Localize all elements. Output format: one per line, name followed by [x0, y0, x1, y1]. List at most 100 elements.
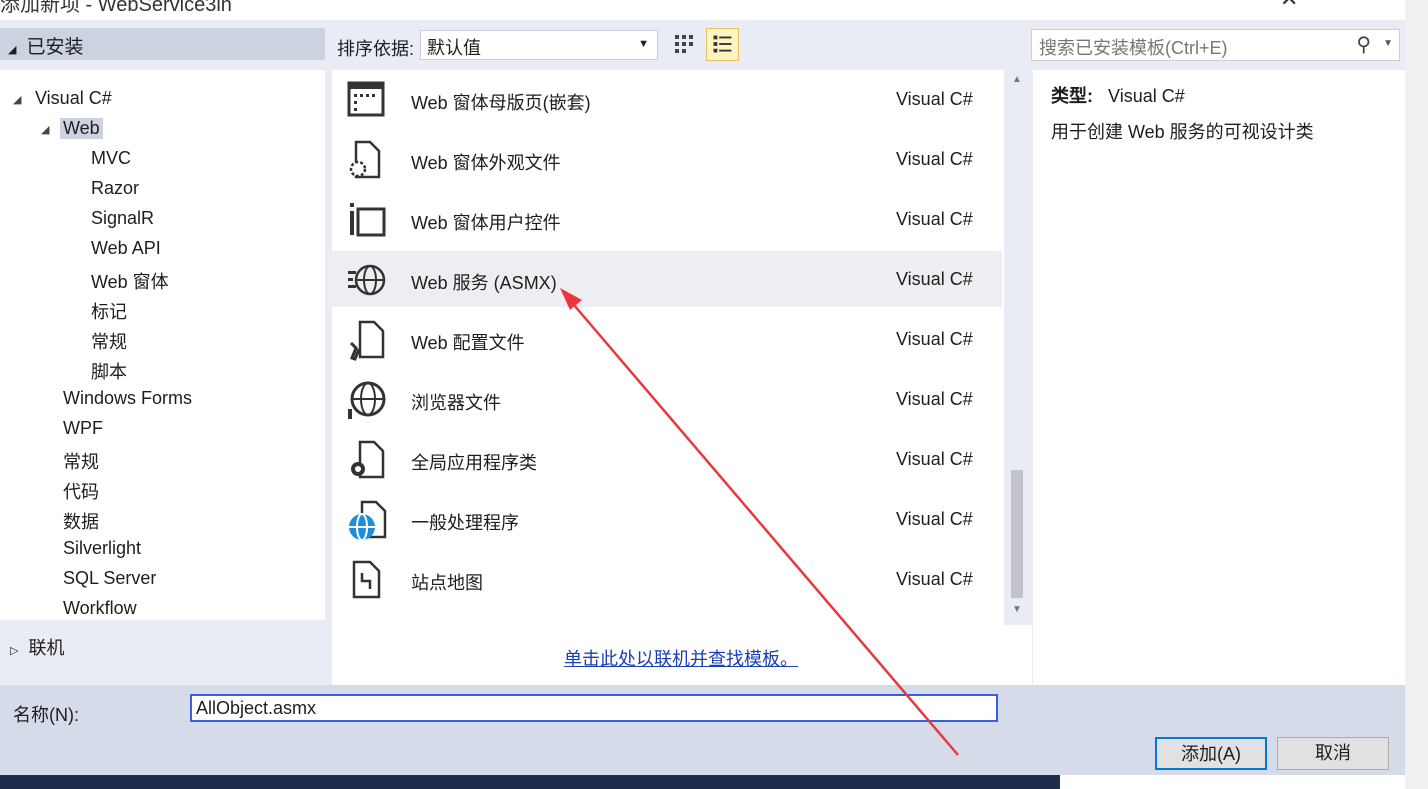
- tree-item[interactable]: Web API: [91, 238, 161, 259]
- cancel-button[interactable]: 取消: [1277, 737, 1389, 770]
- skin-file-icon: [349, 140, 381, 179]
- tree-item[interactable]: MVC: [91, 148, 131, 169]
- tree-item[interactable]: Windows Forms: [63, 388, 192, 409]
- tree-item-label: Windows Forms: [63, 388, 193, 408]
- chevron-down-icon[interactable]: ▼: [1383, 38, 1393, 49]
- sort-dropdown[interactable]: 默认值 ▼: [420, 30, 658, 60]
- chevron-down-icon: ▼: [638, 38, 649, 50]
- tree-item[interactable]: 常规: [63, 448, 99, 474]
- window-title: 添加新项 - WebService3in: [0, 0, 232, 16]
- search-icon[interactable]: ⚲: [1356, 32, 1371, 57]
- expand-triangle-icon[interactable]: ◢: [13, 93, 21, 106]
- online-label: 联机: [28, 638, 65, 658]
- scrollbar-thumb[interactable]: [1011, 470, 1023, 598]
- scroll-down-icon[interactable]: ▼: [1012, 604, 1022, 615]
- search-placeholder: 搜索已安装模板(Ctrl+E): [1039, 38, 1228, 58]
- template-name: Web 窗体母版页(嵌套): [411, 93, 591, 113]
- user-control-icon: [350, 203, 386, 237]
- type-value: Visual C#: [1108, 86, 1185, 106]
- master-page-icon: [347, 81, 385, 117]
- tree-item-label: 常规: [63, 452, 99, 472]
- tree-item-label: Silverlight: [63, 538, 142, 558]
- add-new-item-dialog: ◢ 已安装 Visual C# ◢ Web ◢ MVC Razor SignalR Web AP…: [0, 20, 1405, 775]
- template-name: Web 窗体用户控件: [411, 213, 561, 233]
- template-name: 一般处理程序: [411, 513, 519, 533]
- tree-item-label: WPF: [63, 418, 103, 438]
- tree-item-label: 标记: [91, 302, 127, 322]
- list-view-icon[interactable]: [706, 28, 739, 61]
- small-icons-view-icon[interactable]: [670, 30, 700, 60]
- template-row[interactable]: Web 服务 (ASMX) Visual C#: [332, 251, 1002, 307]
- template-row[interactable]: Web 窗体外观文件 Visual C#: [332, 131, 1002, 187]
- online-category[interactable]: ▷ 联机: [10, 634, 64, 660]
- tree-item[interactable]: 代码: [63, 478, 99, 504]
- template-row[interactable]: 站点地图 Visual C#: [332, 551, 1002, 607]
- close-icon[interactable]: ✕: [1280, 0, 1298, 12]
- template-type: Visual C#: [896, 149, 973, 169]
- template-type: Visual C#: [896, 569, 973, 589]
- template-name: Web 配置文件: [411, 333, 525, 353]
- global-class-icon: [351, 440, 385, 479]
- taskbar: [0, 775, 1060, 789]
- template-name: Web 窗体外观文件: [411, 153, 561, 173]
- name-input[interactable]: AllObject.asmx: [190, 694, 998, 722]
- tree-item[interactable]: SQL Server: [63, 568, 156, 589]
- tree-item[interactable]: Razor: [91, 178, 139, 199]
- template-row[interactable]: 全局应用程序类 Visual C#: [332, 431, 1002, 487]
- template-type: Visual C#: [896, 389, 973, 409]
- tree-item-label: Razor: [91, 178, 140, 198]
- template-type: Visual C#: [896, 269, 973, 289]
- template-tree: Visual C# ◢ Web ◢ MVC Razor SignalR Web API Web …: [0, 70, 325, 620]
- tree-item[interactable]: Visual C#: [35, 88, 112, 109]
- handler-icon: [349, 500, 387, 541]
- template-type: Visual C#: [896, 209, 973, 229]
- online-link-area: 单击此处以联机并查找模板。: [332, 625, 1032, 685]
- template-row[interactable]: 一般处理程序 Visual C#: [332, 491, 1002, 547]
- online-templates-link[interactable]: 单击此处以联机并查找模板。: [564, 645, 798, 671]
- tree-item[interactable]: 常规: [91, 328, 127, 354]
- template-type: Visual C#: [896, 89, 973, 109]
- tree-item[interactable]: Web 窗体: [91, 268, 169, 294]
- tree-item-label: 常规: [91, 332, 127, 352]
- details-panel: 类型: Visual C# 用于创建 Web 服务的可视设计类: [1033, 70, 1405, 685]
- template-type: Visual C#: [896, 329, 973, 349]
- sort-value: 默认值: [427, 38, 481, 58]
- tree-item-label: 代码: [63, 482, 99, 502]
- template-name: 站点地图: [411, 573, 483, 593]
- template-row[interactable]: Web 窗体用户控件 Visual C#: [332, 191, 1002, 247]
- template-name: 全局应用程序类: [411, 453, 537, 473]
- tree-item-label: 数据: [63, 512, 99, 532]
- template-list: Web 窗体母版页(嵌套) Visual C# Web 窗体外观文件 Visual C…: [332, 70, 1004, 625]
- tree-item[interactable]: Workflow: [63, 598, 137, 619]
- tree-item-label: Web API: [91, 238, 161, 258]
- scroll-up-icon[interactable]: ▲: [1012, 74, 1022, 85]
- installed-category[interactable]: ◢ 已安装: [0, 28, 325, 60]
- tree-item-label: Visual C#: [35, 88, 112, 108]
- tree-item[interactable]: 脚本: [91, 358, 127, 384]
- tree-item[interactable]: 数据: [63, 508, 99, 534]
- template-type: Visual C#: [896, 509, 973, 529]
- tree-item[interactable]: Silverlight: [63, 538, 141, 559]
- browser-file-icon: [348, 381, 386, 419]
- tree-item-label: MVC: [91, 148, 131, 168]
- web-service-icon: [348, 264, 386, 296]
- tree-item[interactable]: WPF: [63, 418, 103, 439]
- template-type: Visual C#: [896, 449, 973, 469]
- tree-item-label: SignalR: [91, 208, 155, 228]
- tree-item[interactable]: 标记: [91, 298, 127, 324]
- tree-item-label: 脚本: [91, 362, 127, 382]
- background-window: [1405, 0, 1428, 789]
- tree-item-label: Workflow: [63, 598, 137, 618]
- list-scrollbar[interactable]: ▲ ▼: [1007, 70, 1027, 625]
- expand-triangle-icon[interactable]: ◢: [41, 123, 49, 136]
- add-button[interactable]: 添加(A): [1155, 737, 1267, 770]
- tree-item[interactable]: SignalR: [91, 208, 154, 229]
- template-row[interactable]: Web 窗体母版页(嵌套) Visual C#: [332, 71, 1002, 127]
- search-input[interactable]: 搜索已安装模板(Ctrl+E) ⚲ ▼: [1031, 29, 1400, 61]
- template-row[interactable]: Web 配置文件 Visual C#: [332, 311, 1002, 367]
- template-name: Web 服务 (ASMX): [411, 273, 557, 293]
- template-row[interactable]: 浏览器文件 Visual C#: [332, 371, 1002, 427]
- tree-item-label: Web: [63, 118, 100, 138]
- tree-item[interactable]: Web: [60, 118, 103, 139]
- name-label: 名称(N):: [13, 705, 79, 725]
